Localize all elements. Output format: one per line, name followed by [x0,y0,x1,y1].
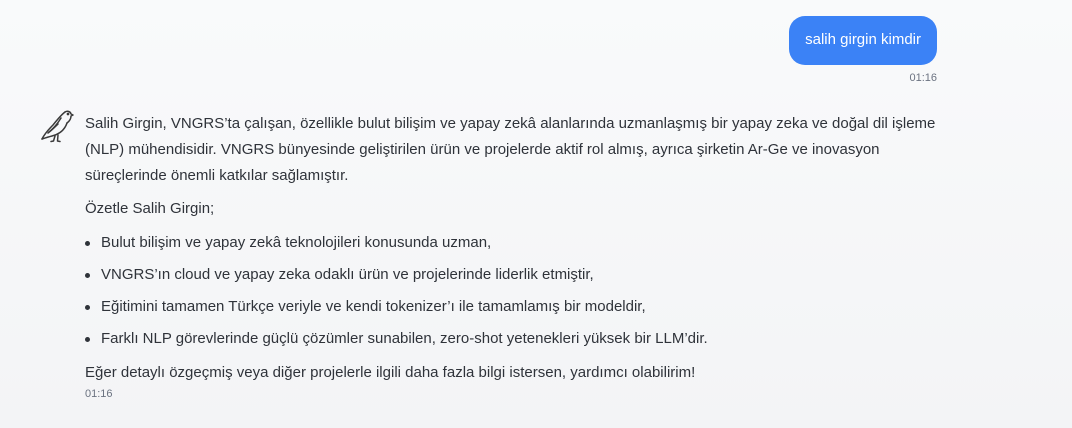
bullet-icon [85,241,90,246]
assistant-bullet-list: Bulut bilişim ve yapay zekâ teknolojiler… [85,230,945,352]
list-item: Bulut bilişim ve yapay zekâ teknolojiler… [85,230,945,256]
list-item: Eğitimini tamamen Türkçe veriyle ve kend… [85,294,945,320]
bird-icon [41,110,74,143]
user-message: salih girgin kimdir 01:16 [789,16,937,84]
user-message-bubble[interactable]: salih girgin kimdir [789,16,937,65]
assistant-message-body: Salih Girgin, VNGRS’ta çalışan, özellikl… [85,111,945,401]
assistant-summary-title: Özetle Salih Girgin; [85,200,215,217]
list-item-text: Bulut bilişim ve yapay zekâ teknolojiler… [101,234,492,251]
assistant-intro-text: Salih Girgin, VNGRS’ta çalışan, özellikl… [85,115,936,184]
user-message-time: 01:16 [909,72,937,84]
list-item: VNGRS’ın cloud ve yapay zeka odaklı ürün… [85,262,945,288]
list-item-text: VNGRS’ın cloud ve yapay zeka odaklı ürün… [101,266,594,283]
assistant-closing-text: Eğer detaylı özgeçmiş veya diğer projele… [85,364,696,381]
list-item: Farklı NLP görevlerinde güçlü çözümler s… [85,326,945,352]
list-item-text: Eğitimini tamamen Türkçe veriyle ve kend… [101,298,646,315]
list-item-text: Farklı NLP görevlerinde güçlü çözümler s… [101,330,708,347]
chat-thread: salih girgin kimdir 01:16 Salih Girgin, … [0,0,1072,428]
bullet-icon [85,337,90,342]
bullet-icon [85,273,90,278]
assistant-message-time: 01:16 [85,388,113,400]
bullet-icon [85,305,90,310]
